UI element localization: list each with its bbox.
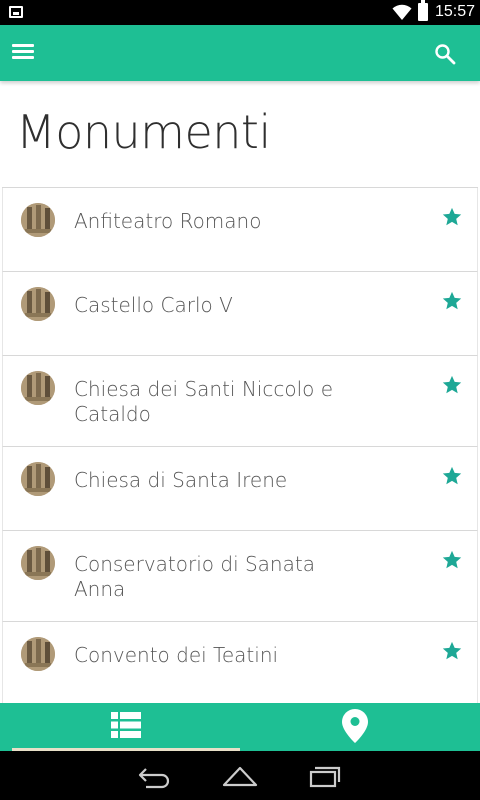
list-item-convento-teatini[interactable]: Convento dei Teatini bbox=[2, 622, 478, 703]
tab-list[interactable] bbox=[0, 703, 240, 751]
list-item-chiesa-santa-irene[interactable]: Chiesa di Santa Irene bbox=[2, 447, 478, 531]
star-icon[interactable] bbox=[441, 206, 463, 228]
monument-avatar bbox=[21, 287, 55, 321]
star-icon[interactable] bbox=[441, 290, 463, 312]
menu-icon[interactable] bbox=[12, 43, 36, 63]
back-icon[interactable] bbox=[136, 763, 176, 789]
list-item-conservatorio-sanata-anna[interactable]: Conservatorio di Sanata Anna bbox=[2, 531, 478, 622]
star-icon[interactable] bbox=[441, 465, 463, 487]
monument-avatar bbox=[21, 462, 55, 496]
recents-icon[interactable] bbox=[305, 763, 345, 789]
map-pin-icon bbox=[342, 709, 368, 743]
monument-avatar bbox=[21, 371, 55, 405]
tab-map[interactable] bbox=[240, 703, 480, 751]
page-title: Monumenti bbox=[16, 105, 271, 159]
home-icon[interactable] bbox=[220, 763, 260, 789]
system-nav-bar bbox=[0, 751, 480, 800]
app-bar bbox=[0, 25, 480, 81]
list-icon bbox=[111, 712, 141, 738]
monument-name: Anfiteatro Romano bbox=[74, 209, 262, 233]
list-item-castello-carlo-v[interactable]: Castello Carlo V bbox=[2, 272, 478, 356]
monument-name: Chiesa dei Santi Niccolo e Cataldo bbox=[74, 377, 334, 426]
monument-avatar bbox=[21, 203, 55, 237]
status-clock: 15:57 bbox=[435, 3, 476, 20]
battery-icon bbox=[418, 0, 428, 21]
list-item-chiesa-santi-niccolo-cataldo[interactable]: Chiesa dei Santi Niccolo e Cataldo bbox=[2, 356, 478, 447]
search-icon[interactable] bbox=[433, 42, 457, 66]
star-icon[interactable] bbox=[441, 549, 463, 571]
monument-avatar bbox=[21, 637, 55, 671]
monument-name: Castello Carlo V bbox=[74, 293, 233, 317]
status-bar: 15:57 bbox=[0, 0, 480, 25]
list-item-anfiteatro-romano[interactable]: Anfiteatro Romano bbox=[2, 188, 478, 272]
monument-name: Conservatorio di Sanata Anna bbox=[74, 552, 315, 601]
screenshot-icon bbox=[9, 6, 23, 18]
monument-avatar bbox=[21, 546, 55, 580]
star-icon[interactable] bbox=[441, 640, 463, 662]
content-area: Monumenti Anfiteatro Romano Castello Car… bbox=[0, 81, 480, 703]
bottom-tab-bar bbox=[0, 703, 480, 751]
star-icon[interactable] bbox=[441, 374, 463, 396]
monument-list: Anfiteatro Romano Castello Carlo V Chies… bbox=[2, 187, 478, 703]
wifi-icon bbox=[392, 4, 412, 20]
monument-name: Chiesa di Santa Irene bbox=[74, 468, 288, 492]
monument-name: Convento dei Teatini bbox=[74, 643, 279, 667]
